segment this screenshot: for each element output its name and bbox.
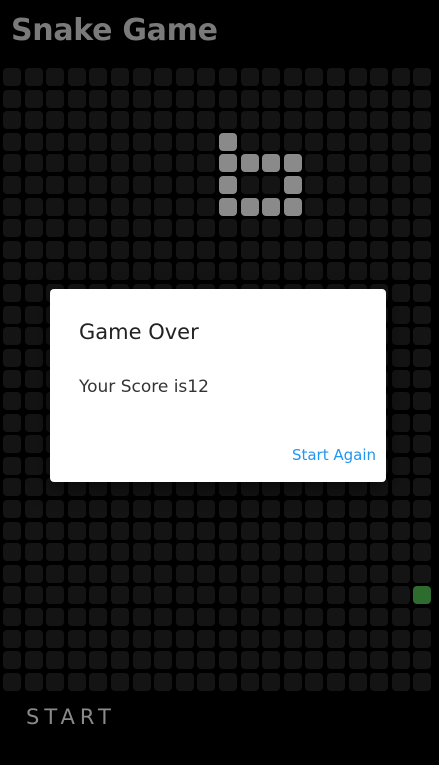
game-over-dialog: Game Over Your Score is12 Start Again <box>50 289 386 482</box>
start-button[interactable]: START <box>26 707 116 728</box>
dialog-title: Game Over <box>79 320 199 344</box>
score-message: Your Score is12 <box>79 377 209 397</box>
start-again-button[interactable]: Start Again <box>292 448 376 463</box>
